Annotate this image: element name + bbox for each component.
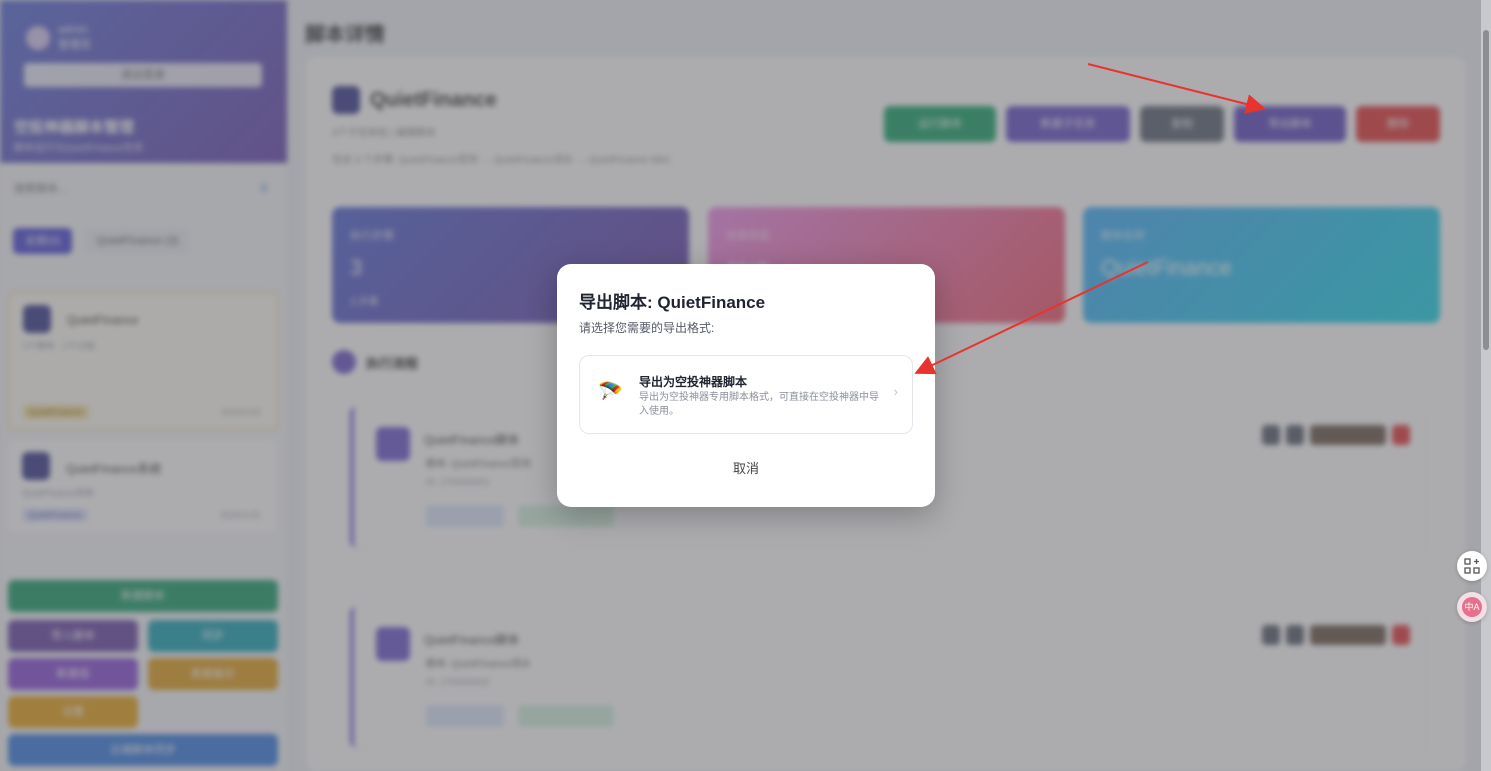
translate-widget-button[interactable]: 中A — [1457, 592, 1487, 622]
apps-widget-button[interactable] — [1457, 551, 1487, 581]
grid-plus-icon — [1464, 558, 1480, 574]
arrow-to-export-option — [914, 261, 1149, 375]
translate-icon: 中A — [1462, 597, 1482, 617]
annotation-arrows — [914, 63, 1266, 375]
arrow-to-export-button — [1087, 63, 1266, 114]
